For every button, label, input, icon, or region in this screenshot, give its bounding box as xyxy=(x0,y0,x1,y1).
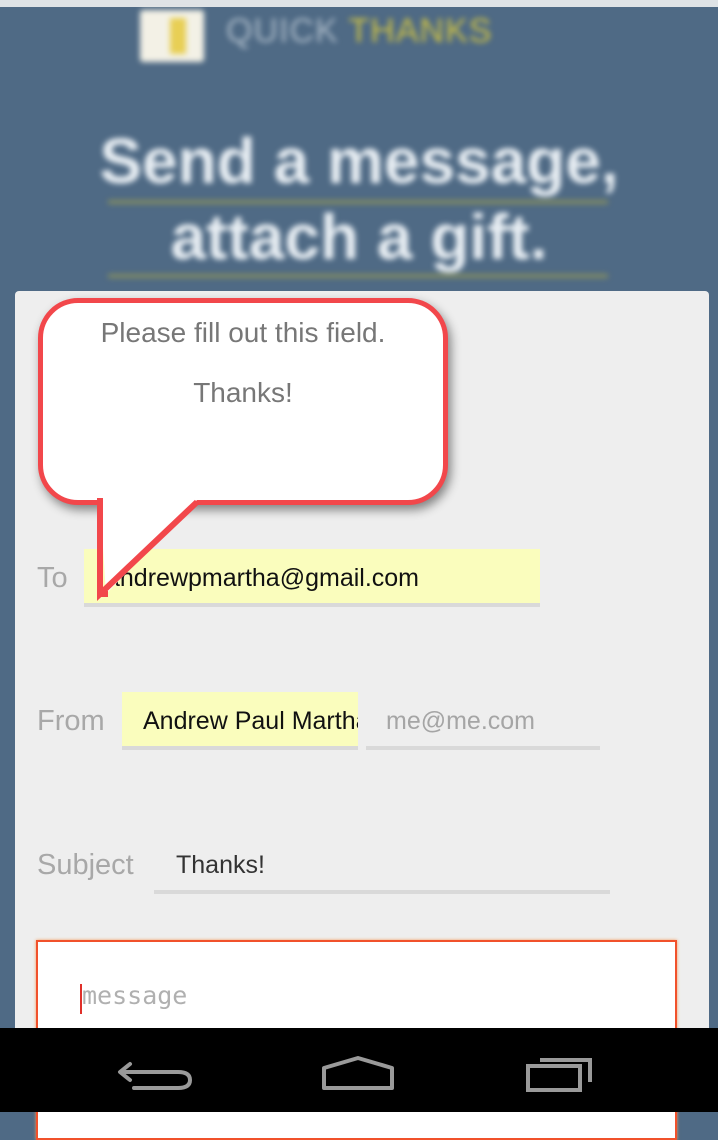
system-navigation-bar xyxy=(0,1028,718,1112)
back-button[interactable] xyxy=(114,1048,204,1098)
tooltip-pointer xyxy=(97,498,200,601)
home-button[interactable] xyxy=(314,1048,404,1098)
back-icon xyxy=(118,1062,193,1090)
home-icon xyxy=(322,1056,394,1090)
recents-icon xyxy=(526,1058,592,1092)
recents-button[interactable] xyxy=(520,1048,610,1098)
